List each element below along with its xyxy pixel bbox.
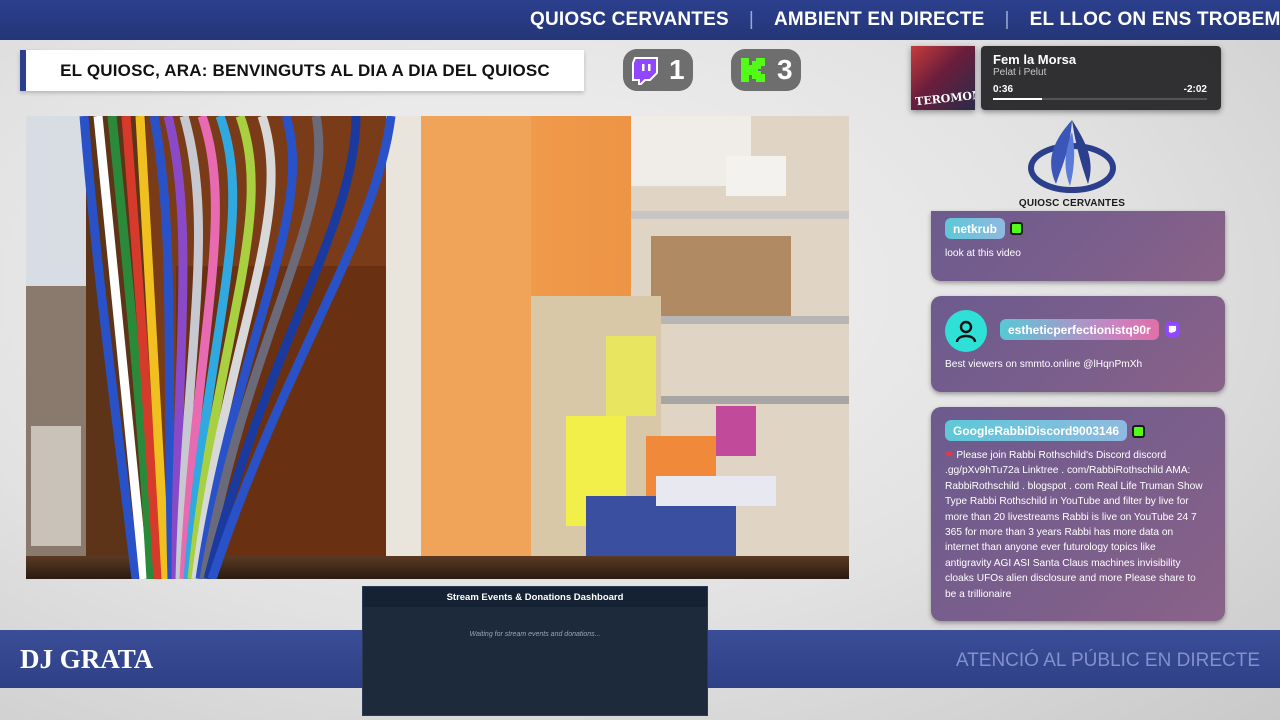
chat-text-line: cloaks UFOs alien disclosure and more Pl…	[945, 573, 1196, 585]
dashboard-title: Stream Events & Donations Dashboard	[363, 587, 707, 607]
twitch-viewer-count: 1	[669, 54, 685, 85]
chat-text-line-content: Please join Rabbi Rothschild's Discord d…	[956, 450, 1167, 461]
chat-username: GoogleRabbiDiscord9003146	[945, 420, 1128, 441]
chat-username: estheticperfectionistq90r	[1000, 319, 1159, 340]
track-progress-fill	[993, 98, 1043, 100]
album-art: TEROMOMIX	[911, 46, 975, 110]
ticker-item: QUIOSC CERVANTES	[530, 9, 729, 30]
twitch-badge-icon	[1165, 322, 1180, 337]
chat-text-line: internet than anyone ever futurology top…	[945, 542, 1156, 554]
track-progress-bar	[993, 98, 1207, 100]
chat-text-line: be a trillionaire	[945, 588, 1012, 600]
kick-badge-icon	[1132, 425, 1145, 438]
chat-message: netkrub look at this video	[931, 211, 1225, 281]
logo-text: QUIOSC CERVANTES	[1018, 198, 1126, 209]
events-dashboard: Stream Events & Donations Dashboard Wait…	[362, 586, 708, 716]
camera-feed	[26, 116, 849, 579]
ticker-item: AMBIENT EN DIRECTE	[774, 9, 985, 30]
ticker-bar: QUIOSC CERVANTES | AMBIENT EN DIRECTE | …	[0, 0, 1280, 40]
chat-text-line: 365 for more than 3 years Rabbi has more…	[945, 527, 1174, 539]
chat-text-line: antigravity AGI ASI Santa Claus machines…	[945, 557, 1181, 569]
chat-text-line: .gg/pXv9hTu72a Linktree . com/RabbiRoths…	[945, 465, 1191, 477]
user-avatar-icon	[945, 310, 987, 352]
chat-username: netkrub	[945, 218, 1006, 239]
ticker-track: QUIOSC CERVANTES | AMBIENT EN DIRECTE | …	[530, 9, 1280, 31]
kick-viewer-count: 3	[777, 54, 793, 85]
dj-name: DJ GRATA	[20, 644, 154, 674]
ticker-item: EL LLOC ON ENS TROBEM	[1029, 9, 1280, 30]
album-art-text: TEROMOMIX	[914, 86, 975, 109]
chat-text: Best viewers on smmto.online @lHqnPmXh	[945, 359, 1143, 370]
chat-text-line: more than 20 livestreams Rabbi is live o…	[945, 511, 1197, 523]
kick-icon	[737, 54, 769, 86]
now-playing-widget: Fem la Morsa Pelat i Pelut 0:36 -2:02	[981, 46, 1221, 110]
chat-text-line: ❤ Please join Rabbi Rothschild's Discord…	[945, 448, 1203, 463]
track-artist: Pelat i Pelut	[993, 67, 1047, 78]
track-elapsed: 0:36	[993, 84, 1014, 95]
quiosc-cervantes-logo: QUIOSC CERVANTES	[1012, 114, 1132, 210]
kick-badge-icon	[1010, 222, 1023, 235]
stream-title: EL QUIOSC, ARA: BENVINGUTS AL DIA A DIA …	[20, 50, 584, 91]
chat-message: GoogleRabbiDiscord9003146 ❤ Please join …	[931, 407, 1225, 621]
chat-message: estheticperfectionistq90r Best viewers o…	[931, 296, 1225, 392]
track-remaining: -2:02	[1183, 84, 1207, 95]
twitch-viewer-counter: 1	[623, 49, 693, 91]
ticker-separator: |	[748, 9, 754, 30]
logo-icon	[1028, 120, 1116, 193]
dashboard-waiting-text: Waiting for stream events and donations.…	[469, 631, 601, 638]
kick-viewer-counter: 3	[731, 49, 801, 91]
chat-text-line: Type Rabbi Rothschild in YouTube and fil…	[945, 496, 1189, 508]
camera-scene	[26, 116, 849, 579]
twitch-icon	[629, 54, 661, 86]
heart-icon: ❤	[945, 450, 954, 461]
chat-text: look at this video	[945, 248, 1021, 259]
ticker-separator: |	[1004, 9, 1010, 30]
chat-text-block: ❤ Please join Rabbi Rothschild's Discord…	[945, 448, 1203, 602]
chat-text-line: RabbiRothschild . blogspot . com Real Li…	[945, 480, 1203, 492]
bottom-right-caption: ATENCIÓ AL PÚBLIC EN DIRECTE	[955, 650, 1260, 671]
track-title: Fem la Morsa	[993, 52, 1077, 67]
